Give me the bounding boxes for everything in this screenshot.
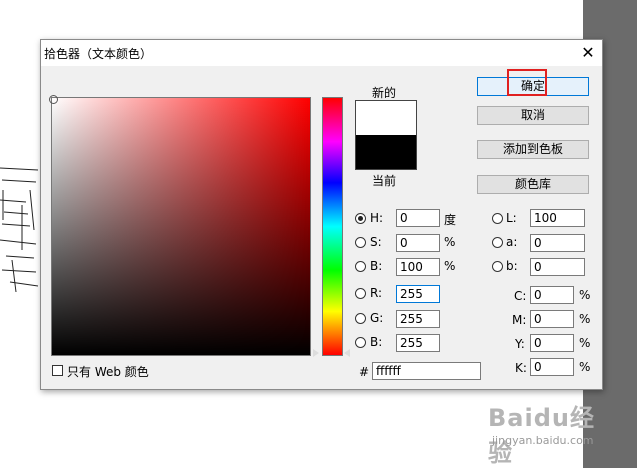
black-input[interactable]: 0 [530, 358, 574, 376]
brightness-unit: % [444, 259, 456, 273]
radio-blue[interactable] [355, 337, 366, 348]
radio-lab-b[interactable] [492, 261, 503, 272]
label-lab-b: b: [506, 259, 518, 273]
saturation-input[interactable]: 0 [396, 234, 440, 252]
radio-h[interactable] [355, 213, 366, 224]
blue-input[interactable]: 255 [396, 334, 440, 352]
watermark-url: jingyan.baidu.com [492, 434, 594, 447]
hex-input[interactable]: ffffff [372, 362, 481, 380]
label-blue: B: [370, 335, 383, 349]
saturation-brightness-field[interactable] [51, 97, 311, 356]
dialog-title: 拾色器（文本颜色） [44, 47, 153, 61]
hex-label: # [359, 365, 370, 379]
radio-r[interactable] [355, 288, 366, 299]
new-color-label: 新的 [372, 86, 397, 100]
radio-l[interactable] [492, 213, 503, 224]
label-y: Y: [515, 337, 525, 351]
color-preview-swatch [355, 100, 417, 170]
add-to-swatches-button[interactable]: 添加到色板 [477, 140, 589, 159]
red-input[interactable]: 255 [396, 285, 440, 303]
lab-a-input[interactable]: 0 [530, 234, 585, 252]
cancel-button[interactable]: 取消 [477, 106, 589, 125]
new-color-swatch [356, 101, 416, 135]
brightness-input[interactable]: 100 [396, 258, 440, 276]
magenta-input[interactable]: 0 [530, 310, 574, 328]
radio-a[interactable] [492, 237, 503, 248]
title-bar: 拾色器（文本颜色） ✕ [41, 40, 602, 66]
radio-g[interactable] [355, 313, 366, 324]
red-highlight-box [507, 69, 547, 96]
magenta-unit: % [579, 312, 591, 326]
green-input[interactable]: 255 [396, 310, 440, 328]
web-colors-only-label[interactable]: 只有 Web 颜色 [67, 363, 149, 380]
hue-slider-left-arrow-icon[interactable] [313, 349, 319, 357]
yellow-unit: % [579, 336, 591, 350]
watermark: Baidu经验 jingyan.baidu.com [488, 396, 613, 467]
current-color-label: 当前 [372, 174, 397, 188]
label-c: C: [514, 289, 527, 303]
label-b: B: [370, 259, 383, 273]
watermark-logo-text: Baidu经验 [488, 404, 595, 467]
lab-b-input[interactable]: 0 [530, 258, 585, 276]
hue-slider-right-arrow-icon[interactable] [344, 349, 350, 357]
color-field-marker[interactable] [49, 95, 58, 104]
label-r: R: [370, 286, 383, 300]
radio-s[interactable] [355, 237, 366, 248]
label-l: L: [506, 211, 517, 225]
web-colors-only-checkbox[interactable] [52, 365, 63, 376]
hue-input[interactable]: 0 [396, 209, 440, 227]
color-libraries-button[interactable]: 颜色库 [477, 175, 589, 194]
color-picker-dialog: 拾色器（文本颜色） ✕ 新的 当前 确定 取消 添加到色板 颜色库 H: 0 度… [40, 39, 603, 390]
label-m: M: [512, 313, 527, 327]
label-h: H: [370, 211, 384, 225]
saturation-unit: % [444, 235, 456, 249]
background-artwork [0, 167, 39, 293]
current-color-swatch[interactable] [356, 135, 416, 169]
cyan-input[interactable]: 0 [530, 286, 574, 304]
black-unit: % [579, 360, 591, 374]
close-icon[interactable]: ✕ [578, 43, 598, 63]
label-s: S: [370, 235, 382, 249]
lightness-input[interactable]: 100 [530, 209, 585, 227]
label-a: a: [506, 235, 518, 249]
hue-unit: 度 [444, 213, 457, 227]
label-g: G: [370, 311, 384, 325]
cyan-unit: % [579, 288, 591, 302]
label-k: K: [515, 361, 527, 375]
hue-slider[interactable] [322, 97, 343, 356]
brightness-gradient [52, 98, 310, 355]
radio-b[interactable] [355, 261, 366, 272]
yellow-input[interactable]: 0 [530, 334, 574, 352]
